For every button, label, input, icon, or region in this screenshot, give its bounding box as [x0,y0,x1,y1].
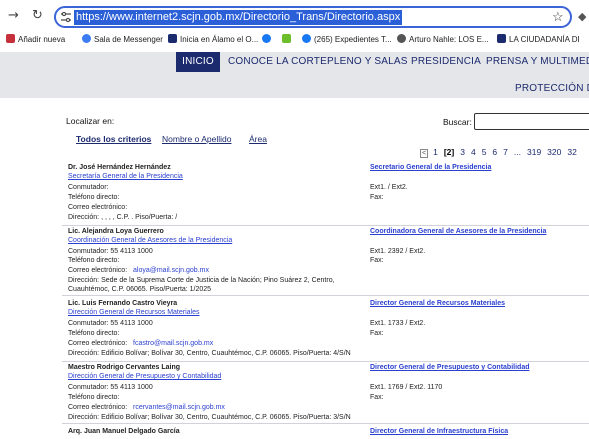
entry-direccion: Dirección: , , , , C.P. . Piso/Puerta: / [68,214,178,221]
entry-direccion: Dirección: Edificio Bolívar; Bolívar 30,… [68,350,351,357]
bookmark-alamo[interactable]: Inicia en Álamo el O... [168,34,258,44]
site-info-icon[interactable] [60,11,72,23]
entry-telefono: Teléfono directo: [68,194,120,201]
entry-fax: Fax: [370,257,384,264]
directory-entry: Arq. Juan Manuel Delgado García Director… [62,424,589,439]
directory-entry: Lic. Luis Fernando Castro Vieyra Direcci… [62,296,589,362]
page-link[interactable]: 320 [547,147,561,157]
directory-entry: Maestro Rodrigo Cervantes Laing Direcció… [62,362,589,424]
news-site-icon [168,34,177,43]
bookmark-messenger[interactable]: Sala de Messenger [82,34,163,44]
messenger-icon [82,34,91,43]
entry-name: Lic. Alejandra Loya Guerrero [68,228,164,235]
entry-name: Lic. Luis Fernando Castro Vieyra [68,300,178,307]
entry-correo-label: Correo electrónico: [68,404,128,411]
entry-telefono: Teléfono directo: [68,257,120,264]
search-input[interactable] [474,113,589,130]
page-link[interactable]: 32 [567,147,576,157]
entry-title-link[interactable]: Coordinadora General de Asesores de la P… [370,227,546,236]
page-ellipsis[interactable]: ... [514,147,521,157]
entry-title-link[interactable]: Director General de Infraestructura Físi… [370,427,508,436]
current-page: [2] [443,147,455,157]
extension-icon[interactable]: ◆ [578,10,586,23]
entry-fax: Fax: [370,394,384,401]
entry-title-link[interactable]: Director General de Recursos Materiales [370,299,505,308]
entry-correo-label: Correo electrónico: [68,204,128,211]
bookmarks-bar: Añadir nueva Sala de Messenger Inicia en… [0,31,589,49]
nav-proteccion[interactable]: PROTECCIÓN DE [515,83,589,94]
nav-inicio[interactable]: INICIO [176,52,220,72]
entry-conmutador: Conmutador: [68,184,109,191]
entry-department-link[interactable]: Coordinación General de Asesores de la P… [68,236,232,245]
tab-area[interactable]: Área [249,134,267,144]
directory-entry: Lic. Alejandra Loya Guerrero Coordinació… [62,226,589,296]
entry-name: Maestro Rodrigo Cervantes Laing [68,364,181,371]
page-link[interactable]: 1 [433,147,438,157]
page-link[interactable]: 6 [492,147,497,157]
entry-fax: Fax: [370,330,384,337]
entry-department-link[interactable]: Dirección General de Recursos Materiales [68,308,200,317]
bookmark-star-icon[interactable]: ☆ [552,9,564,25]
page-link[interactable]: 3 [460,147,465,157]
facebook-icon[interactable] [262,34,274,44]
entry-telefono: Teléfono directo: [68,394,120,401]
entry-correo-label: Correo electrónico: [68,340,128,347]
bookmark-folder-icon [6,34,15,43]
entry-email-link[interactable]: rcervantes@mail.scjn.gob.mx [133,403,225,412]
prev-page-icon[interactable]: < [420,149,429,158]
entry-email-link[interactable]: fcastro@mail.scjn.gob.mx [133,339,213,348]
entry-name: Dr. José Hernández Hernández [68,164,171,171]
entry-direccion-line2: Cuauhtémoc, C.P. 06065. Piso/Puerta: 1/2… [68,286,212,293]
bookmark-expedientes[interactable]: (265) Expedientes T... [302,34,392,44]
reload-icon[interactable]: ↻ [32,8,43,23]
entry-correo-label: Correo electrónico: [68,267,128,274]
entry-conmutador: Conmutador: 55 4113 1000 [68,320,153,327]
tab-todos-los-criterios[interactable]: Todos los criterios [76,134,151,144]
nav-pleno-y-salas[interactable]: PLENO Y SALAS [327,56,408,67]
news-site-icon [497,34,506,43]
localizar-label: Localizar en: [66,116,115,126]
pagination: <1 [2] 3 4 5 6 7... 319 320 32 [420,147,583,158]
entry-ext: Ext1. 2392 / Ext2. [370,248,426,255]
entry-title-link[interactable]: Director General de Presupuesto y Contab… [370,363,529,372]
forward-icon[interactable]: → [8,8,19,23]
entry-direccion: Dirección: Edificio Bolívar; Bolívar 30,… [68,414,351,421]
nav-conoce-la-corte[interactable]: CONOCE LA CORTE [228,56,327,67]
globe-icon [397,34,406,43]
page-link[interactable]: 319 [527,147,541,157]
page-link[interactable]: 5 [482,147,487,157]
entry-ext: Ext1. 1733 / Ext2. [370,320,426,327]
site-navigation: INICIO CONOCE LA CORTE PLENO Y SALAS PRE… [0,52,589,98]
bookmark-nahle[interactable]: Arturo Nahle: LOS E... [397,34,489,44]
page-link[interactable]: 4 [471,147,476,157]
entry-department-link[interactable]: Dirección General de Presupuesto y Conta… [68,372,221,381]
entry-title-link[interactable]: Secretario General de la Presidencia [370,163,491,172]
nav-presidencia[interactable]: PRESIDENCIA [411,56,481,67]
entry-conmutador: Conmutador: 55 4113 1000 [68,384,153,391]
download-icon[interactable] [282,34,294,44]
page-link[interactable]: 7 [503,147,508,157]
bookmark-add-new[interactable]: Añadir nueva [6,34,65,44]
entry-name: Arq. Juan Manuel Delgado García [68,428,180,435]
nav-prensa-y-multimedia[interactable]: PRENSA Y MULTIMEDIA [486,56,589,67]
tab-nombre-o-apellido[interactable]: Nombre o Apellido [162,134,231,144]
browser-chrome: → ↻ https://www.internet2.scjn.gob.mx/Di… [0,0,589,52]
directory-entry: Dr. José Hernández Hernández Secretaría … [62,160,589,226]
entry-fax: Fax: [370,194,384,201]
entry-conmutador: Conmutador: 55 4113 1000 [68,248,153,255]
search-label: Buscar: [443,117,472,127]
entry-ext: Ext1. 1769 / Ext2. 1170 [370,384,443,391]
facebook-icon [302,34,311,43]
entry-telefono: Teléfono directo: [68,330,120,337]
address-bar[interactable]: https://www.internet2.scjn.gob.mx/Direct… [54,6,572,28]
bookmark-ciudadania[interactable]: LA CIUDADANÍA DI [497,34,580,44]
url-text[interactable]: https://www.internet2.scjn.gob.mx/Direct… [74,10,403,25]
entry-department-link[interactable]: Secretaría General de la Presidencia [68,172,183,181]
entry-direccion: Dirección: Sede de la Suprema Corte de J… [68,277,335,284]
entry-email-link[interactable]: aloya@mail.scjn.gob.mx [133,266,209,275]
entry-ext: Ext1. / Ext2. [370,184,408,191]
